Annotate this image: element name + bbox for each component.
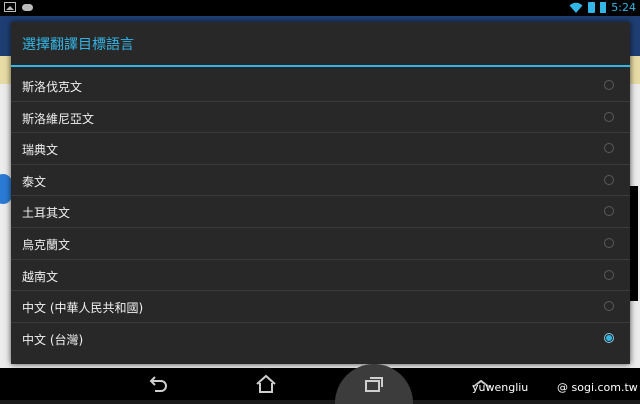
language-option[interactable]: 中文 (中華人民共和國) — [11, 291, 630, 323]
language-option[interactable]: 泰文 — [11, 165, 630, 197]
language-option-label: 斯洛維尼亞文 — [22, 111, 95, 126]
home-icon — [256, 374, 276, 393]
battery-icon — [600, 2, 607, 13]
language-option-label: 斯洛伐克文 — [22, 80, 83, 94]
background-app-edge — [630, 186, 638, 301]
image-icon — [4, 2, 16, 12]
language-option[interactable]: 中文 (台灣) — [11, 323, 630, 355]
title-divider — [11, 65, 630, 67]
status-time: 5:24 — [611, 1, 636, 14]
language-option[interactable]: 斯洛伐克文 — [11, 70, 630, 102]
status-bar: 5:24 — [0, 0, 640, 16]
language-option-label: 中文 (中華人民共和國) — [22, 301, 144, 316]
radio-button[interactable] — [604, 143, 614, 154]
recents-button[interactable] — [359, 372, 389, 396]
language-option-label: 中文 (台灣) — [22, 332, 84, 347]
wifi-icon — [569, 2, 583, 14]
language-option-label: 土耳其文 — [22, 206, 71, 221]
radio-button[interactable] — [604, 269, 614, 280]
language-option-label: 瑞典文 — [22, 143, 59, 158]
watermark-site: @ sogi.com.tw — [557, 381, 638, 394]
language-option-label: 泰文 — [22, 174, 47, 189]
status-bar-right: 5:24 — [569, 1, 636, 14]
radio-button[interactable] — [604, 80, 614, 90]
radio-button[interactable] — [604, 174, 614, 185]
recents-icon — [365, 377, 383, 392]
status-bar-left — [4, 2, 33, 12]
back-button[interactable] — [143, 372, 173, 396]
radio-button[interactable] — [604, 332, 614, 343]
navigation-bar — [0, 368, 640, 400]
language-option-label: 烏克蘭文 — [22, 237, 71, 252]
language-option-label: 越南文 — [22, 269, 59, 284]
language-option[interactable]: 烏克蘭文 — [11, 228, 630, 260]
radio-button[interactable] — [604, 301, 614, 312]
language-option-list: 斯洛伐克文斯洛維尼亞文 瑞典文泰文土耳其文烏克蘭文越南文中文 (中華人民共和國) 中… — [11, 70, 630, 354]
language-picker-dialog: 選擇翻譯目標語言 斯洛伐克文斯洛維尼亞文 瑞典文泰文土耳其文烏克蘭文越南文中文 (… — [11, 22, 630, 364]
home-button[interactable] — [251, 372, 281, 396]
back-icon — [149, 376, 167, 392]
radio-button[interactable] — [604, 111, 614, 122]
language-option[interactable]: 斯洛維尼亞文 — [11, 102, 630, 134]
radio-button[interactable] — [604, 237, 614, 248]
radio-button[interactable] — [604, 206, 614, 217]
language-option[interactable]: 越南文 — [11, 260, 630, 292]
sim-icon — [588, 2, 596, 13]
dialog-title: 選擇翻譯目標語言 — [22, 37, 134, 53]
cloud-icon — [22, 3, 33, 11]
watermark-author: yuwengliu — [472, 381, 529, 394]
language-option[interactable]: 瑞典文 — [11, 133, 630, 165]
language-option[interactable]: 土耳其文 — [11, 196, 630, 228]
